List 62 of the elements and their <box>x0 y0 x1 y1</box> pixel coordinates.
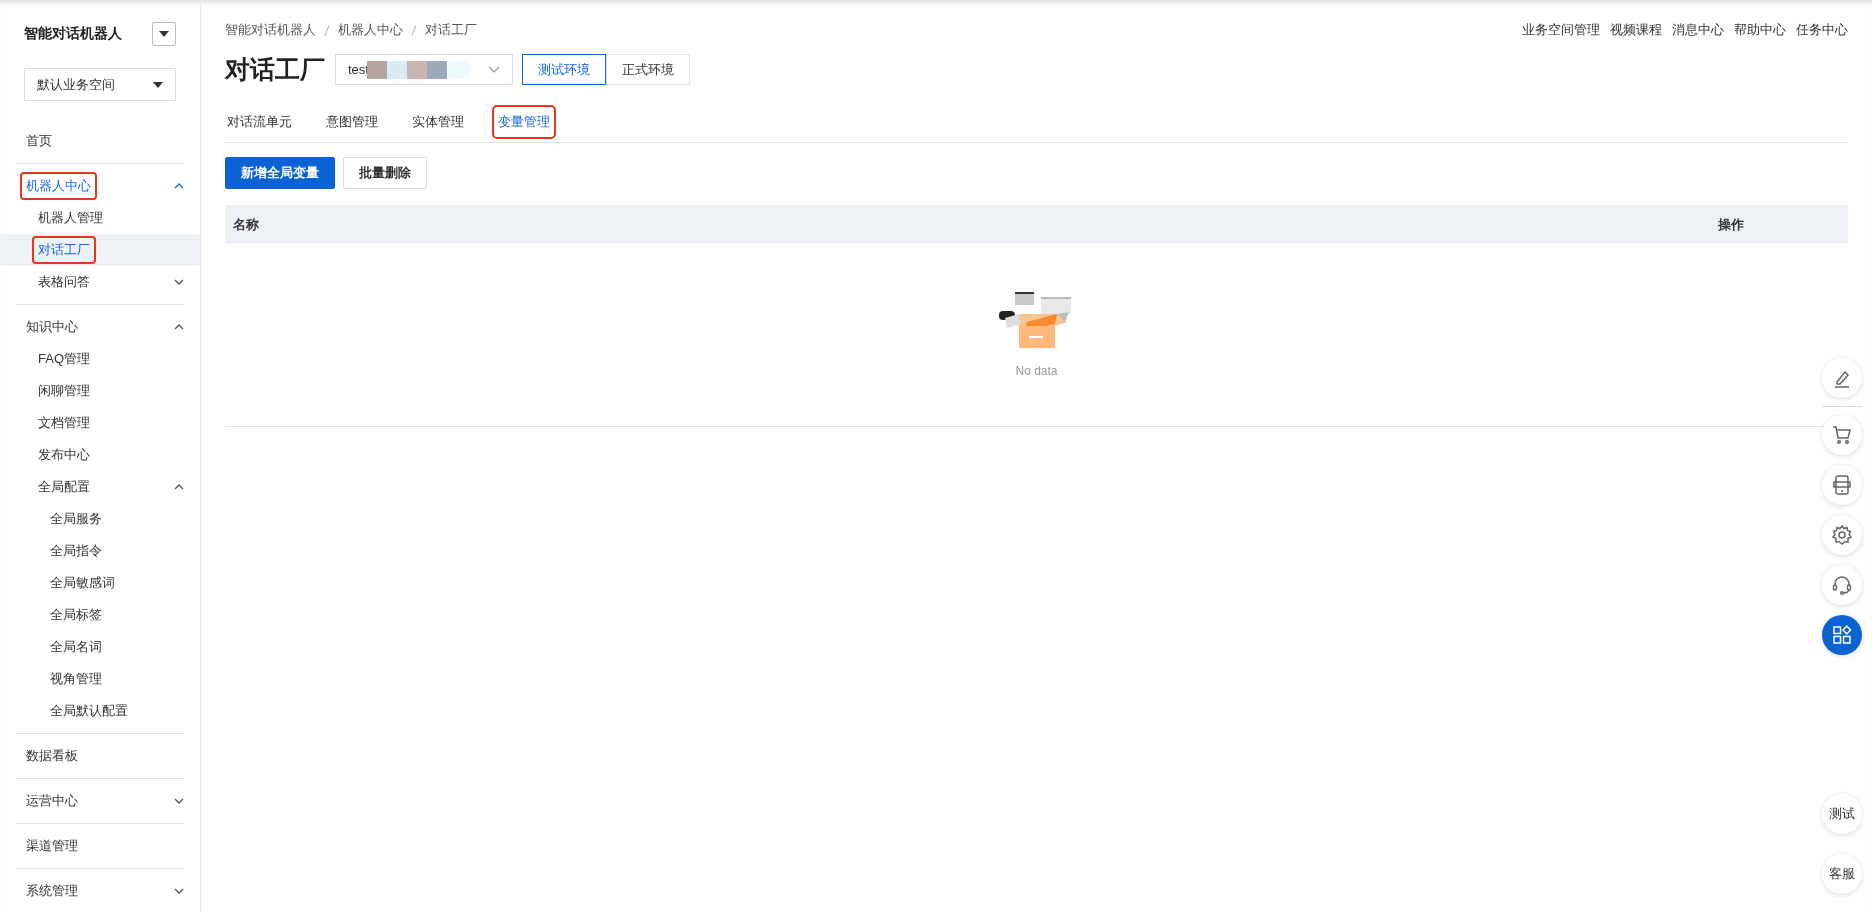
menu-item[interactable]: 渠道管理 <box>0 830 200 862</box>
tool-button[interactable] <box>1822 415 1862 455</box>
menu-item[interactable]: 视角管理 <box>0 663 200 695</box>
tab[interactable]: 变量管理 <box>492 105 556 139</box>
breadcrumb-link[interactable]: 智能对话机器人 <box>225 22 316 39</box>
breadcrumb-separator-icon <box>411 25 417 36</box>
page-title: 对话工厂 <box>225 54 325 85</box>
menu-item[interactable]: 机器人中心 <box>0 170 200 202</box>
menu-item[interactable]: 机器人管理 <box>0 202 200 234</box>
tool-button[interactable] <box>1822 358 1862 398</box>
tool-button[interactable] <box>1822 515 1862 555</box>
menu-item[interactable]: 全局敏感词 <box>0 567 200 599</box>
workspace-select[interactable]: 默认业务空间 <box>24 68 176 101</box>
menu-item[interactable]: 系统管理 <box>0 875 200 907</box>
app-title: 智能对话机器人 <box>24 25 122 43</box>
apps-icon <box>1831 624 1853 646</box>
menu-item[interactable]: 全局默认配置 <box>0 695 200 727</box>
menu-item[interactable]: 知识中心 <box>0 311 200 343</box>
menu-item[interactable]: 全局服务 <box>0 503 200 535</box>
tool-button[interactable] <box>1822 465 1862 505</box>
environment-toggle[interactable]: 正式环境 <box>606 54 690 85</box>
menu-item[interactable]: 文档管理 <box>0 407 200 439</box>
menu-item[interactable]: FAQ管理 <box>0 343 200 375</box>
header-link[interactable]: 任务中心 <box>1796 22 1848 39</box>
header-link[interactable]: 视频课程 <box>1610 22 1662 39</box>
header-link[interactable]: 帮助中心 <box>1734 22 1786 39</box>
header-link[interactable]: 业务空间管理 <box>1522 22 1600 39</box>
tab[interactable]: 实体管理 <box>406 105 470 139</box>
menu-item[interactable]: 数据看板 <box>0 740 200 772</box>
app-dropdown-button[interactable] <box>152 22 176 46</box>
column-header: 名称 <box>233 215 259 234</box>
add-variable-button[interactable]: 新增全局变量 <box>225 157 335 189</box>
menu-item[interactable]: 运营中心 <box>0 785 200 817</box>
menu-item[interactable]: 全局配置 <box>0 471 200 503</box>
floating-button[interactable]: 客服 <box>1822 854 1862 894</box>
floating-button[interactable]: 测试 <box>1822 794 1862 834</box>
menu-item[interactable]: 对话工厂 <box>0 234 200 266</box>
menu-item[interactable]: 全局标签 <box>0 599 200 631</box>
header-link[interactable]: 消息中心 <box>1672 22 1724 39</box>
breadcrumb-separator-icon <box>324 25 330 36</box>
tab[interactable]: 对话流单元 <box>221 105 298 139</box>
menu-item[interactable]: 首页 <box>0 125 200 157</box>
menu-item[interactable]: 表格问答 <box>0 266 200 298</box>
tab[interactable]: 意图管理 <box>320 105 384 139</box>
caret-icon <box>153 81 163 88</box>
column-header: 操作 <box>1718 215 1744 234</box>
caret-icon <box>159 31 169 37</box>
headset-icon <box>1831 574 1853 596</box>
batch-delete-button[interactable]: 批量删除 <box>343 157 427 189</box>
menu-item[interactable]: 全局指令 <box>0 535 200 567</box>
environment-toggle[interactable]: 测试环境 <box>522 54 606 85</box>
menu-item[interactable]: 发布中心 <box>0 439 200 471</box>
breadcrumb-link[interactable]: 对话工厂 <box>425 22 477 39</box>
empty-text: No data <box>1015 364 1058 378</box>
menu-item[interactable]: 闲聊管理 <box>0 375 200 407</box>
menu-item[interactable]: 全局名词 <box>0 631 200 663</box>
tool-button[interactable] <box>1822 565 1862 605</box>
cart-icon <box>1831 424 1853 446</box>
breadcrumb-link[interactable]: 机器人中心 <box>338 22 403 39</box>
tool-button[interactable] <box>1822 615 1862 655</box>
settings-icon <box>1831 524 1853 546</box>
chevron-down-icon <box>488 66 500 73</box>
